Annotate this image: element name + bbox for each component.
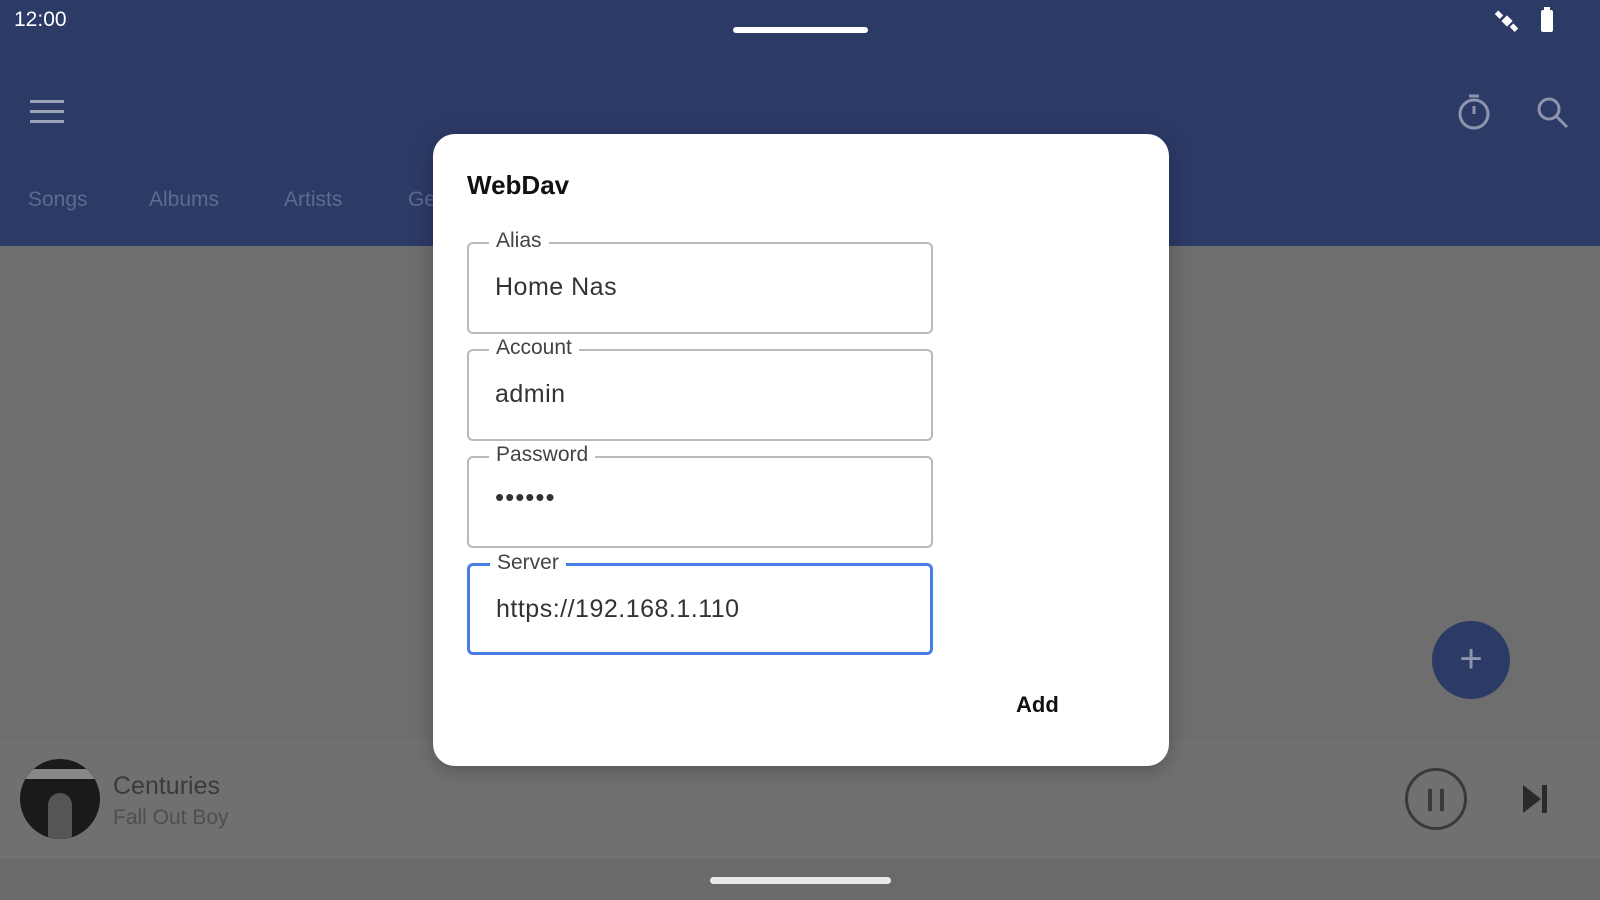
tab-artists[interactable]: Artists xyxy=(284,188,342,212)
satellite-icon xyxy=(1494,10,1519,32)
add-fab-button[interactable]: + xyxy=(1432,621,1510,699)
password-field[interactable]: Password •••••• xyxy=(467,443,933,548)
status-bar: 12:00 xyxy=(0,0,1600,48)
server-value: https://192.168.1.110 xyxy=(496,595,740,623)
battery-icon xyxy=(1541,7,1553,32)
album-art xyxy=(20,759,100,839)
skip-next-icon[interactable] xyxy=(1521,783,1549,815)
alias-value: Home Nas xyxy=(495,273,618,301)
password-label: Password xyxy=(489,443,596,467)
server-field[interactable]: Server https://192.168.1.110 xyxy=(467,551,933,655)
account-value: admin xyxy=(495,380,566,408)
menu-icon[interactable] xyxy=(30,100,64,124)
notch-pill xyxy=(733,27,868,33)
dialog-title: WebDav xyxy=(467,170,570,200)
alias-label: Alias xyxy=(489,229,549,253)
alias-field[interactable]: Alias Home Nas xyxy=(467,229,933,334)
server-label: Server xyxy=(490,551,566,575)
search-icon[interactable] xyxy=(1536,96,1570,130)
tab-genres[interactable]: Ge xyxy=(408,188,436,212)
webdav-dialog: WebDav Alias Home Nas Account admin Pass… xyxy=(433,134,1169,766)
tab-songs[interactable]: Songs xyxy=(28,188,88,212)
account-field[interactable]: Account admin xyxy=(467,336,933,441)
track-artist: Fall Out Boy xyxy=(113,806,229,829)
pause-button[interactable] xyxy=(1405,768,1467,830)
account-label: Account xyxy=(489,336,579,360)
timer-icon[interactable] xyxy=(1456,92,1492,132)
track-title: Centuries xyxy=(113,772,220,800)
tab-albums[interactable]: Albums xyxy=(149,188,219,212)
home-indicator[interactable] xyxy=(710,877,891,884)
add-button[interactable]: Add xyxy=(1016,692,1059,718)
password-value: •••••• xyxy=(495,482,556,512)
status-time: 12:00 xyxy=(14,8,67,31)
